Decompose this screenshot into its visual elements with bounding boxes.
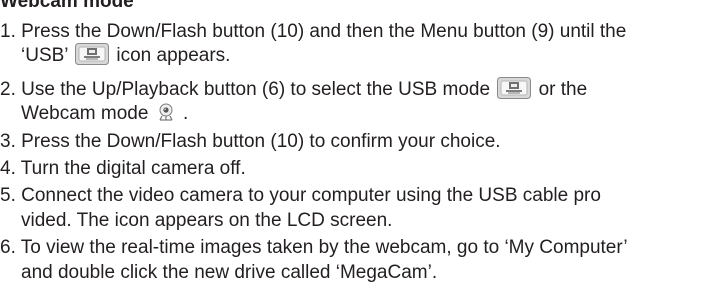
webcam-mode-icon xyxy=(159,103,173,121)
step-3-line-1: 3. Press the Down/Flash button (10) to c… xyxy=(0,131,501,152)
step-1-line-1: 1. Press the Down/Flash button (10) and … xyxy=(0,21,627,42)
section-heading: Webcam mode xyxy=(0,0,134,12)
step-2-select-text: 2. Use the Up/Playback button (6) to sel… xyxy=(0,79,491,101)
step-2-period: . xyxy=(183,103,189,124)
step-1-usb-label: ‘USB’ xyxy=(21,45,68,67)
step-2-line-2: Webcam mode . xyxy=(21,103,188,125)
usb-mode-icon-inline xyxy=(497,77,532,99)
step-4-line-1: 4. Turn the digital camera off. xyxy=(0,158,246,179)
step-5-line-2: vided. The icon appears on the LCD scree… xyxy=(21,210,393,231)
step-1-icon-text: icon appears. xyxy=(116,45,231,67)
step-6-line-1: 6. To view the real-time images taken by… xyxy=(0,237,628,258)
usb-mode-icon xyxy=(75,43,110,65)
step-2-webcam-text: Webcam mode xyxy=(21,103,149,124)
instruction-page: Webcam mode 1. Press the Down/Flash butt… xyxy=(0,0,712,283)
step-6-line-2: and double click the new drive called ‘M… xyxy=(21,262,438,283)
step-1-line-2: ‘USB’ icon appears. xyxy=(21,43,231,67)
step-2-or-text: or the xyxy=(538,79,588,101)
step-2-line-1: 2. Use the Up/Playback button (6) to sel… xyxy=(0,77,588,101)
step-5-line-1: 5. Connect the video camera to your comp… xyxy=(0,185,601,206)
